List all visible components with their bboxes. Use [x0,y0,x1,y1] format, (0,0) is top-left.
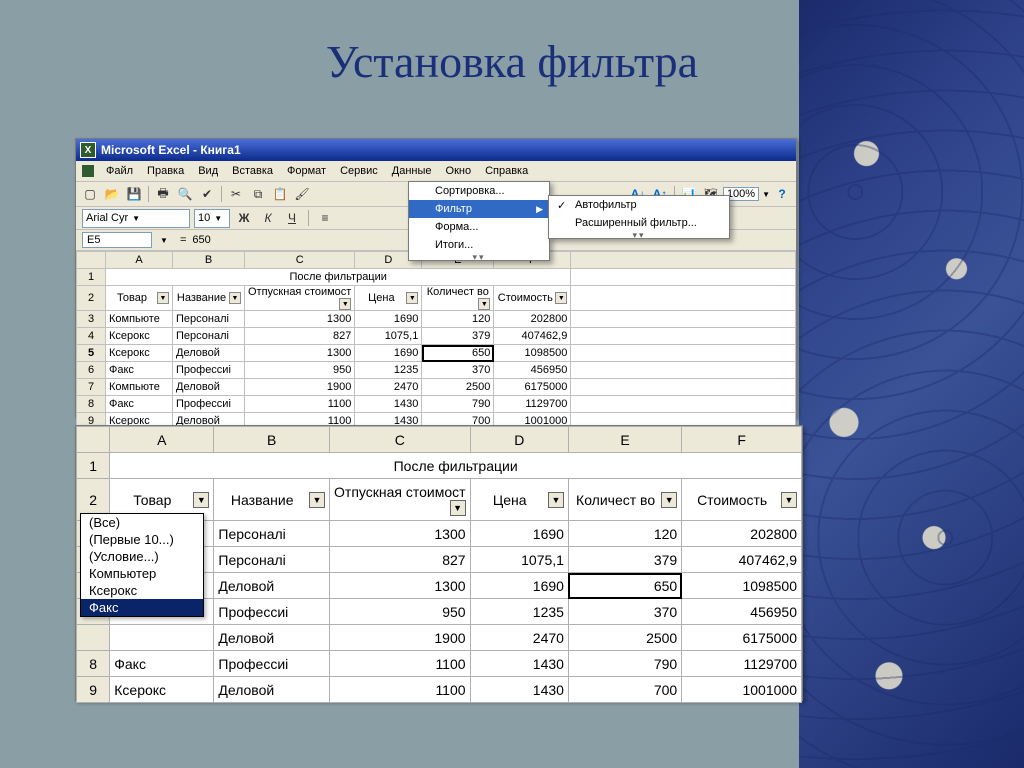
paste-icon[interactable]: 📋 [270,184,290,204]
menu-expand-icon[interactable]: ▾▾ [549,232,729,238]
filter-dropdown-icon[interactable]: ▼ [781,492,797,508]
window-titlebar: X Microsoft Excel - Книга1 [76,139,796,161]
formula-bar[interactable]: 650 [192,234,210,246]
filter-option[interactable]: Компьютер [81,565,203,582]
help-icon[interactable]: ? [772,184,792,204]
format-painter-icon[interactable]: 🖌 [292,184,312,204]
fx-label: = [180,234,186,246]
filter-dropdown-icon[interactable]: ▼ [157,292,169,304]
menu-expand-icon[interactable]: ▾▾ [409,254,549,260]
filter-option[interactable]: (Все) [81,514,203,531]
cut-icon[interactable]: ✂ [226,184,246,204]
filter-dropdown-icon[interactable]: ▼ [450,500,466,516]
copy-icon[interactable]: ⧉ [248,184,268,204]
filter-dropdown-icon[interactable]: ▼ [555,292,567,304]
name-box[interactable]: E5 [82,232,152,248]
filter-dropdown-icon[interactable]: ▼ [478,298,490,310]
menu-item-form[interactable]: Форма... [409,218,549,236]
new-icon[interactable]: ▢ [80,184,100,204]
menu-bar[interactable]: Файл Правка Вид Вставка Формат Сервис Да… [76,161,796,182]
filter-dropdown-icon[interactable]: ▼ [339,298,351,310]
decorative-wave-art [799,0,1024,768]
excel-screenshot-bottom: A B C D E F 1После фильтрации 2 Товар▼ Н… [75,425,803,701]
doc-icon [82,165,94,177]
menu-item-subtotals[interactable]: Итоги... [409,236,549,254]
submenu-advanced-filter[interactable]: Расширенный фильтр... [549,214,729,232]
spellcheck-icon[interactable]: ✔ [197,184,217,204]
italic-icon[interactable]: К [258,208,278,228]
menu-format[interactable]: Формат [281,163,332,179]
underline-icon[interactable]: Ч [282,208,302,228]
menu-tools[interactable]: Сервис [334,163,384,179]
filter-dropdown-icon[interactable]: ▼ [229,292,241,304]
menu-insert[interactable]: Вставка [226,163,279,179]
filter-dropdown-icon[interactable]: ▼ [406,292,418,304]
excel-screenshot-top: X Microsoft Excel - Книга1 Файл Правка В… [75,138,797,418]
check-icon: ✓ [557,199,566,212]
filter-dropdown-icon[interactable]: ▼ [193,492,209,508]
filter-submenu[interactable]: ✓Автофильтр Расширенный фильтр... ▾▾ [548,195,730,239]
filter-option-selected[interactable]: Факс [81,599,203,616]
save-icon[interactable]: 💾 [124,184,144,204]
filter-dropdown-icon[interactable]: ▼ [309,492,325,508]
menu-help[interactable]: Справка [479,163,534,179]
window-title: Microsoft Excel - Книга1 [101,143,241,157]
font-size-combo[interactable]: 10▼ [194,209,230,228]
autofilter-list[interactable]: (Все) (Первые 10...) (Условие...) Компью… [80,513,204,617]
menu-edit[interactable]: Правка [141,163,190,179]
menu-window[interactable]: Окно [440,163,478,179]
filter-option[interactable]: (Условие...) [81,548,203,565]
menu-view[interactable]: Вид [192,163,224,179]
print-icon[interactable]: 🖶 [153,184,173,204]
submenu-arrow-icon: ▶ [536,204,543,215]
align-left-icon[interactable]: ≡ [315,208,335,228]
submenu-autofilter[interactable]: ✓Автофильтр [549,196,729,214]
data-menu-dropdown[interactable]: Сортировка... Фильтр▶ Форма... Итоги... … [408,181,550,261]
filter-dropdown-icon[interactable]: ▼ [661,492,677,508]
filter-dropdown-icon[interactable]: ▼ [548,492,564,508]
menu-item-sort[interactable]: Сортировка... [409,182,549,200]
menu-item-filter[interactable]: Фильтр▶ [409,200,549,218]
preview-icon[interactable]: 🔍 [175,184,195,204]
open-icon[interactable]: 📂 [102,184,122,204]
filter-option[interactable]: Ксерокс [81,582,203,599]
slide-title: Установка фильтра [0,35,1024,88]
font-name-combo[interactable]: Arial Cyr▼ [82,209,190,228]
menu-data[interactable]: Данные [386,163,438,179]
excel-app-icon: X [80,142,96,158]
menu-file[interactable]: Файл [100,163,139,179]
filter-option[interactable]: (Первые 10...) [81,531,203,548]
bold-icon[interactable]: Ж [234,208,254,228]
